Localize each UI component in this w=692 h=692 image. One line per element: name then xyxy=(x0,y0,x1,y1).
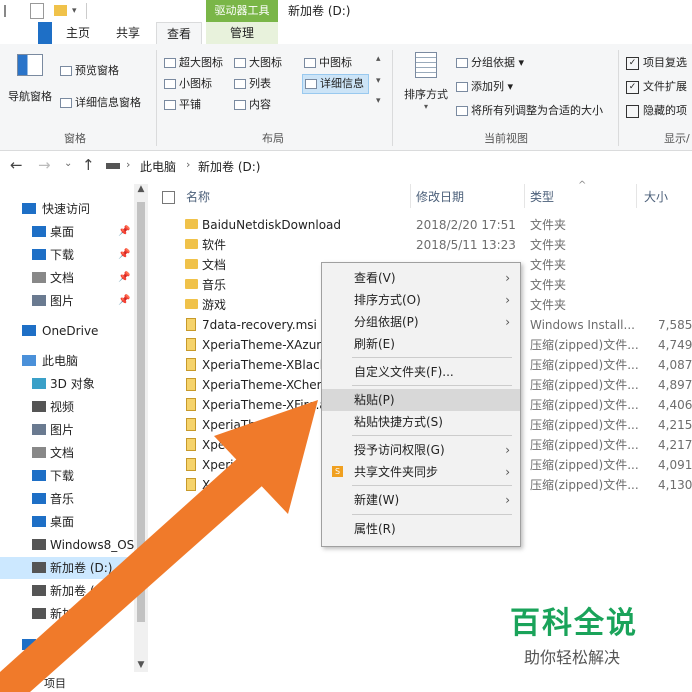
watermark-title: 百科全说 xyxy=(510,606,638,641)
arrow-shaft xyxy=(0,458,262,692)
annotation-arrow xyxy=(0,400,318,692)
watermark: 百科全说 助你轻松解决 xyxy=(510,598,650,667)
watermark-subtitle: 助你轻松解决 xyxy=(524,648,621,667)
